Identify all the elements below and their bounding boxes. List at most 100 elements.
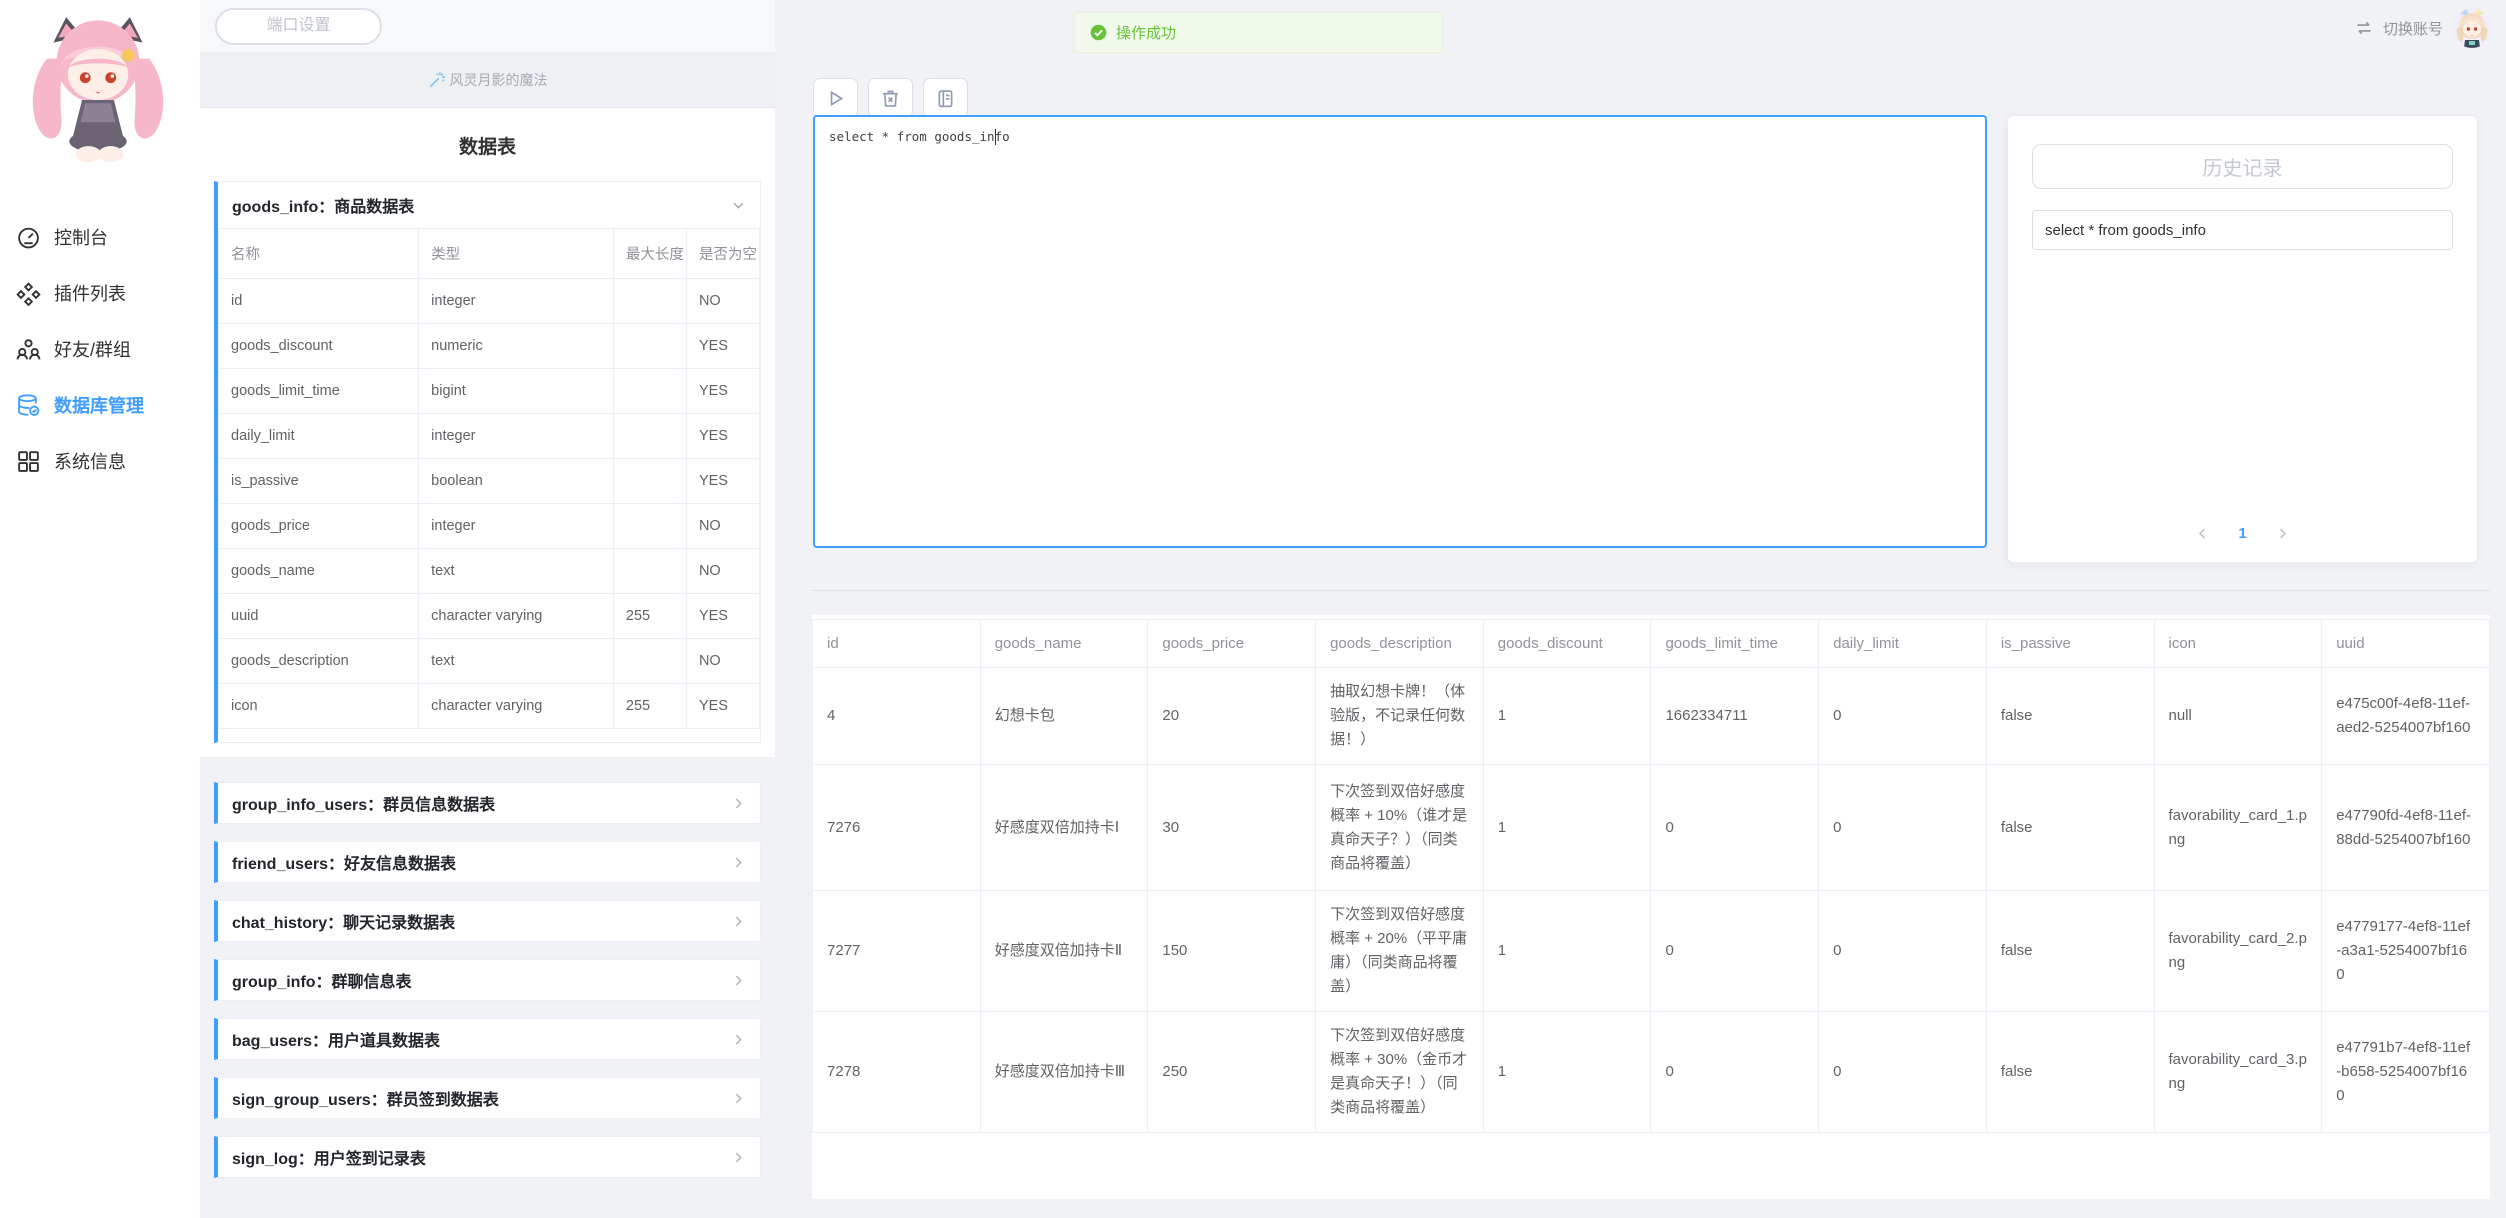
schema-cell: goods_limit_time	[219, 369, 419, 414]
sql-editor[interactable]: select * from goods_info	[813, 115, 1987, 548]
chevron-right-icon	[731, 914, 746, 929]
account-switcher[interactable]: 切换账号	[2354, 8, 2492, 48]
schema-row: goods_discount numeric YES	[219, 324, 760, 369]
results-col-header: goods_discount	[1483, 620, 1651, 668]
table-panel-goods-info-header[interactable]: goods_info：商品数据表	[218, 182, 760, 228]
sidebar-item-console[interactable]: 控制台	[0, 209, 200, 265]
user-avatar[interactable]	[2452, 8, 2492, 48]
schema-cell	[613, 414, 686, 459]
chibi-avatar-illustration	[18, 14, 178, 186]
pagination: 1	[2008, 525, 2477, 542]
results-col-header: goods_price	[1148, 620, 1316, 668]
notebook-icon	[935, 88, 956, 109]
sql-editor-value: select * from goods_info	[829, 129, 1010, 144]
schema-row: goods_name text NO	[219, 549, 760, 594]
friends-icon	[16, 337, 41, 362]
schema-cell	[613, 549, 686, 594]
table-panel-title: group_info_users：群员信息数据表	[232, 791, 495, 815]
results-cell: 0	[1651, 765, 1819, 891]
prev-page-button[interactable]	[2195, 526, 2210, 541]
schema-row: goods_description text NO	[219, 639, 760, 684]
results-col-header: goods_description	[1316, 620, 1484, 668]
sidebar-item-friends-groups[interactable]: 好友/群组	[0, 321, 200, 377]
table-panel-chat-history[interactable]: chat_history：聊天记录数据表	[214, 900, 761, 942]
section-divider	[812, 590, 2490, 591]
chevron-right-icon	[731, 1150, 746, 1165]
results-row: 7278 好感度双倍加持卡Ⅲ 250 下次签到双倍好感度概率 + 30%（金币才…	[813, 1012, 2490, 1133]
schema-cell: integer	[419, 504, 614, 549]
results-cell: e475c00f-4ef8-11ef-aed2-5254007bf160	[2322, 668, 2490, 765]
schema-cell: NO	[686, 504, 759, 549]
chevron-right-icon	[731, 1091, 746, 1106]
tables-title: 数据表	[200, 108, 775, 181]
table-panel-friend-users[interactable]: friend_users：好友信息数据表	[214, 841, 761, 883]
results-cell: false	[1986, 765, 2154, 891]
app-window: 控制台 插件列表 好友/群组	[0, 0, 2506, 1218]
results-cell: 下次签到双倍好感度概率 + 10%（谁才是真命天子？）（同类商品将覆盖）	[1316, 765, 1484, 891]
page-number[interactable]: 1	[2238, 525, 2246, 542]
results-row: 7276 好感度双倍加持卡Ⅰ 30 下次签到双倍好感度概率 + 10%（谁才是真…	[813, 765, 2490, 891]
results-cell: false	[1986, 891, 2154, 1012]
sidebar-item-plugins[interactable]: 插件列表	[0, 265, 200, 321]
database-icon	[16, 393, 41, 418]
results-cell: 1	[1483, 765, 1651, 891]
chevron-right-icon	[731, 973, 746, 988]
schema-row: goods_limit_time bigint YES	[219, 369, 760, 414]
schema-col-header: 是否为空	[686, 229, 759, 279]
history-item[interactable]: select * from goods_info	[2032, 210, 2453, 250]
results-cell: 7277	[813, 891, 981, 1012]
results-cell: 1662334711	[1651, 668, 1819, 765]
query-results: id goods_name goods_price goods_descript…	[812, 615, 2490, 1199]
table-panel-goods-info: goods_info：商品数据表 名称 类型 最大长度 是否为空	[214, 181, 761, 743]
table-panel-title: group_info：群聊信息表	[232, 968, 412, 992]
schema-cell: YES	[686, 369, 759, 414]
port-input[interactable]	[215, 8, 382, 45]
results-cell: 0	[1819, 765, 1987, 891]
history-title: 历史记录	[2032, 144, 2453, 189]
schema-cell	[613, 324, 686, 369]
tables-section: 数据表 goods_info：商品数据表 名称 类型 最大长度 是否为空	[200, 108, 775, 757]
run-query-button[interactable]	[813, 78, 858, 118]
results-table: id goods_name goods_price goods_descript…	[812, 619, 2490, 1133]
results-cell: e47790fd-4ef8-11ef-88dd-5254007bf160	[2322, 765, 2490, 891]
results-col-header: id	[813, 620, 981, 668]
schema-cell: id	[219, 279, 419, 324]
table-panel-sign-group-users[interactable]: sign_group_users：群员签到数据表	[214, 1077, 761, 1119]
next-page-button[interactable]	[2275, 526, 2290, 541]
sql-toolbar	[813, 78, 968, 118]
history-log-button[interactable]	[923, 78, 968, 118]
plugins-icon	[16, 281, 41, 306]
user-avatar-illustration	[2452, 8, 2492, 48]
schema-cell	[613, 279, 686, 324]
schema-cell: integer	[419, 414, 614, 459]
table-panel-group-info-users[interactable]: group_info_users：群员信息数据表	[214, 782, 761, 824]
table-panel-sign-log[interactable]: sign_log：用户签到记录表	[214, 1136, 761, 1178]
chevron-left-icon	[2195, 526, 2210, 541]
schema-cell: NO	[686, 279, 759, 324]
results-cell: 1	[1483, 668, 1651, 765]
results-cell: false	[1986, 1012, 2154, 1133]
results-cell: e47791b7-4ef8-11ef-b658-5254007bf160	[2322, 1012, 2490, 1133]
results-cell: 1	[1483, 891, 1651, 1012]
sidebar-item-system-info[interactable]: 系统信息	[0, 433, 200, 489]
results-col-header: is_passive	[1986, 620, 2154, 668]
sidebar-nav: 控制台 插件列表 好友/群组	[0, 209, 200, 489]
results-cell: 1	[1483, 1012, 1651, 1133]
swap-arrows-icon	[2354, 18, 2374, 38]
table-panel-group-info[interactable]: group_info：群聊信息表	[214, 959, 761, 1001]
table-panel-title: chat_history：聊天记录数据表	[232, 909, 455, 933]
table-panel-bag-users[interactable]: bag_users：用户道具数据表	[214, 1018, 761, 1060]
results-col-header: goods_name	[980, 620, 1148, 668]
schema-cell: goods_description	[219, 639, 419, 684]
sidebar-item-database[interactable]: 数据库管理	[0, 377, 200, 433]
schema-cell: YES	[686, 684, 759, 729]
table-panel-title: friend_users：好友信息数据表	[232, 850, 456, 874]
results-row: 4 幻想卡包 20 抽取幻想卡牌！（体验版，不记录任何数据！） 1 166233…	[813, 668, 2490, 765]
bot-avatar	[0, 0, 200, 191]
success-toast: 操作成功	[1073, 12, 1443, 53]
sidebar-item-label: 好友/群组	[54, 336, 131, 362]
clear-query-button[interactable]	[868, 78, 913, 118]
schema-cell: YES	[686, 324, 759, 369]
schema-cell: NO	[686, 639, 759, 684]
schema-row: icon character varying 255 YES	[219, 684, 760, 729]
